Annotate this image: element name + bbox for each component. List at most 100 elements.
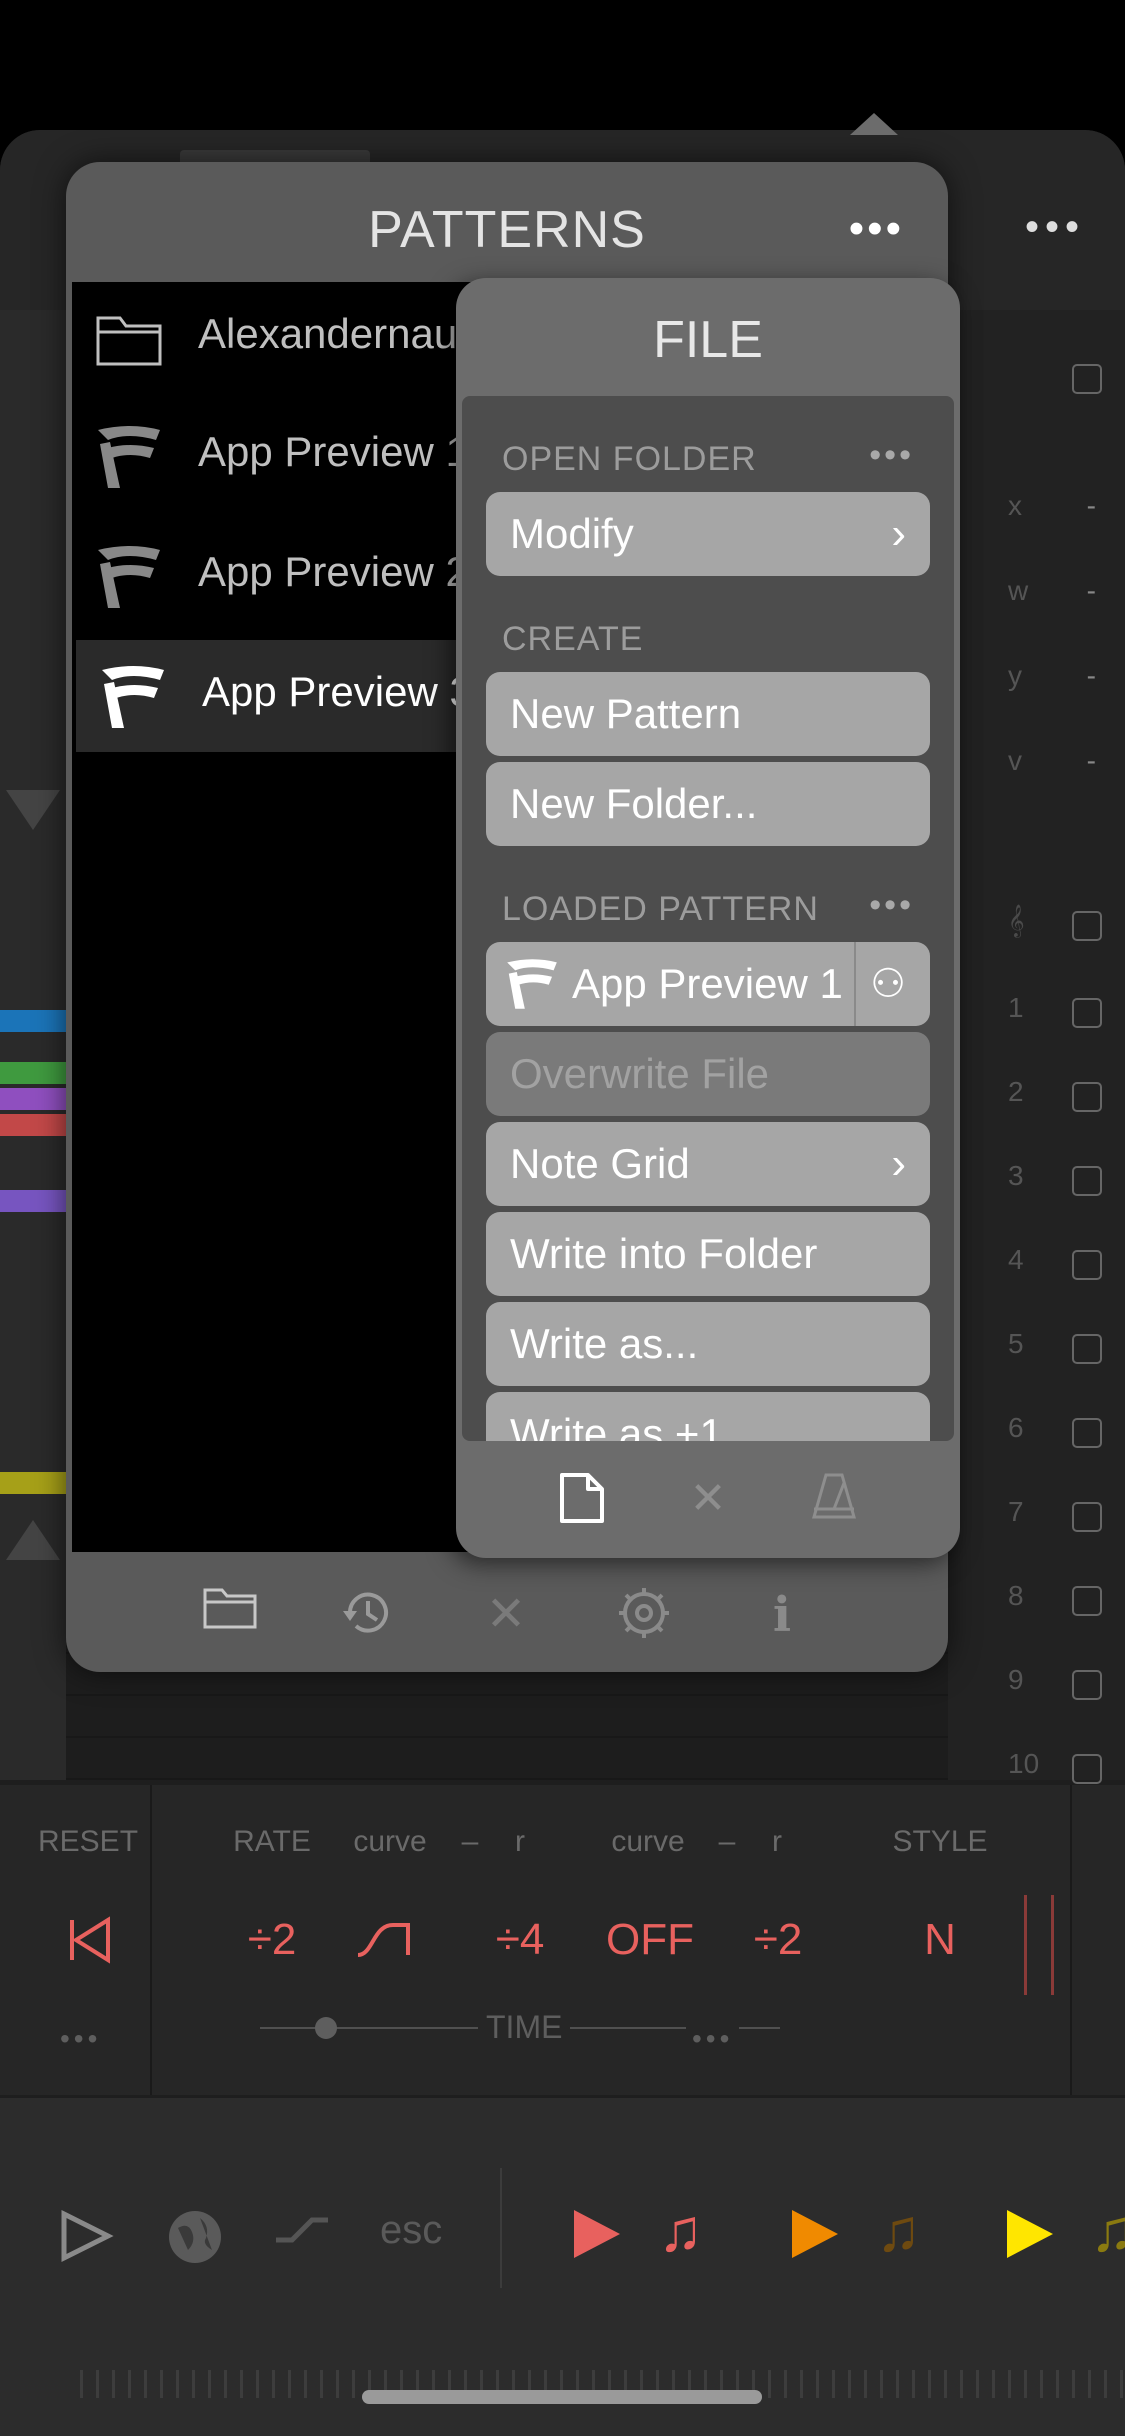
music-note-yellow-icon[interactable]: ♫	[1090, 2196, 1125, 2265]
pattern-icon	[98, 426, 160, 488]
reset-label: RESET	[38, 1825, 139, 1858]
curve-off-value[interactable]: OFF	[600, 1915, 700, 1965]
popover-arrow	[850, 113, 898, 135]
close-icon[interactable]: ✕	[680, 1471, 736, 1527]
pattern-icon	[507, 959, 557, 1009]
note-grid-button[interactable]: Note Grid ›	[486, 1122, 930, 1206]
history-icon[interactable]	[338, 1585, 398, 1645]
file-toolbar: ✕	[456, 1441, 960, 1558]
track-settings-column: x- w- y- v- 𝄞 1 2 3 4 5 6 7 8 9 10	[948, 310, 1125, 1784]
dash-label: –	[718, 1825, 736, 1858]
chevron-right-icon: ›	[891, 1139, 906, 1188]
info-icon[interactable]: i	[752, 1585, 812, 1645]
dash-label: –	[461, 1825, 479, 1858]
lane-row[interactable]: 2	[968, 1076, 1108, 1116]
list-item-label: App Preview 2	[198, 548, 469, 595]
lane-row[interactable]: 3	[968, 1160, 1108, 1200]
track-color-green	[0, 1062, 66, 1084]
track-color-red	[0, 1114, 66, 1136]
track-color-blue	[0, 1010, 66, 1032]
divider	[150, 1785, 152, 2095]
loaded-pattern-name: App Preview 1	[572, 960, 843, 1007]
param-row-w[interactable]: w-	[968, 575, 1108, 615]
modify-label: Modify	[510, 510, 634, 557]
home-indicator[interactable]	[362, 2390, 762, 2404]
slope-icon[interactable]	[272, 2208, 332, 2259]
lane-row[interactable]: 5	[968, 1328, 1108, 1368]
transport-bar: esc ♫ ♫ ♫	[0, 2098, 1125, 2436]
more-icon[interactable]: •••	[686, 2023, 740, 2055]
file-title: FILE	[653, 311, 763, 369]
more-icon[interactable]: •••	[869, 436, 914, 475]
music-note-brown-icon[interactable]: ♫	[876, 2196, 921, 2265]
style-label: STYLE	[892, 1825, 988, 1858]
lane-row[interactable]: 4	[968, 1244, 1108, 1284]
more-icon[interactable]: •••	[1025, 205, 1085, 250]
control-strip: RESET RATE curve – r curve – r STYLE ÷2 …	[0, 1785, 1125, 2095]
preview-eyes-icon[interactable]: ⚇	[854, 942, 920, 1026]
document-icon[interactable]	[554, 1471, 610, 1527]
metronome-icon[interactable]	[806, 1471, 862, 1527]
lane-row[interactable]: 1	[968, 992, 1108, 1032]
lane-row[interactable]: 7	[968, 1496, 1108, 1536]
scroll-up-icon[interactable]	[0, 780, 66, 840]
lane-row[interactable]: 6	[968, 1412, 1108, 1452]
pattern-icon	[102, 666, 164, 728]
divider	[1070, 1785, 1072, 2095]
rate-value[interactable]: ÷2	[222, 1915, 322, 1965]
division-value[interactable]: ÷4	[470, 1915, 570, 1965]
more-icon[interactable]: •••	[869, 886, 914, 925]
list-item-label: App Preview 1	[198, 428, 469, 475]
note-grid-label: Note Grid	[510, 1140, 690, 1187]
division-value[interactable]: ÷2	[728, 1915, 828, 1965]
lane-row[interactable]: 10	[968, 1748, 1108, 1788]
play-outline-icon[interactable]	[58, 2208, 114, 2275]
modify-button[interactable]: Modify ›	[486, 492, 930, 576]
write-as-plus-one-button[interactable]: Write as +1	[486, 1392, 930, 1441]
globe-icon[interactable]	[166, 2208, 224, 2277]
folder-icon	[96, 316, 162, 366]
track-color-yellow	[0, 1472, 66, 1494]
music-note-red-icon[interactable]: ♫	[658, 2196, 703, 2265]
patterns-title: PATTERNS	[368, 201, 646, 259]
param-row-v[interactable]: v-	[968, 745, 1108, 785]
play-red-icon[interactable]	[572, 2208, 622, 2271]
patterns-toolbar: ✕ i	[66, 1557, 948, 1672]
open-folder-header: OPEN FOLDER	[502, 440, 757, 478]
write-into-folder-button[interactable]: Write into Folder	[486, 1212, 930, 1296]
reset-icon[interactable]	[60, 1915, 120, 1976]
lane-row[interactable]: 9	[968, 1664, 1108, 1704]
divider	[500, 2168, 502, 2288]
param-row-x[interactable]: x-	[968, 490, 1108, 530]
param-row-y[interactable]: y-	[968, 660, 1108, 700]
style-value[interactable]: N	[900, 1915, 980, 1965]
file-menu: OPEN FOLDER ••• Modify › CREATE New Patt…	[462, 396, 954, 1441]
time-label: TIME	[478, 2009, 571, 2046]
loaded-pattern-item[interactable]: App Preview 1 ⚇	[486, 942, 930, 1026]
more-icon[interactable]: •••	[60, 2023, 101, 2055]
new-pattern-button[interactable]: New Pattern	[486, 672, 930, 756]
style-bars	[1024, 1895, 1054, 1995]
create-header: CREATE	[502, 620, 644, 658]
piano-keys[interactable]	[0, 310, 66, 1780]
escape-button[interactable]: esc	[380, 2208, 442, 2253]
play-yellow-icon[interactable]	[1005, 2208, 1055, 2271]
pattern-icon	[98, 546, 160, 608]
track-toggle[interactable]	[968, 358, 1108, 398]
r-label: r	[772, 1825, 782, 1858]
play-orange-icon[interactable]	[790, 2208, 840, 2271]
scroll-down-icon[interactable]	[0, 1510, 66, 1570]
write-as-button[interactable]: Write as...	[486, 1302, 930, 1386]
settings-icon[interactable]	[614, 1585, 674, 1645]
folder-icon[interactable]	[200, 1585, 260, 1645]
time-knob[interactable]	[315, 2017, 337, 2039]
close-icon[interactable]: ✕	[476, 1585, 536, 1645]
more-icon[interactable]: •••	[849, 204, 904, 254]
overwrite-file-button[interactable]: Overwrite File	[486, 1032, 930, 1116]
curve-shape-icon[interactable]	[348, 1915, 428, 1976]
lane-row[interactable]: 8	[968, 1580, 1108, 1620]
lane-toggle[interactable]: 𝄞	[968, 905, 1108, 945]
track-color-purple	[0, 1088, 66, 1110]
r-label: r	[515, 1825, 525, 1858]
new-folder-button[interactable]: New Folder...	[486, 762, 930, 846]
